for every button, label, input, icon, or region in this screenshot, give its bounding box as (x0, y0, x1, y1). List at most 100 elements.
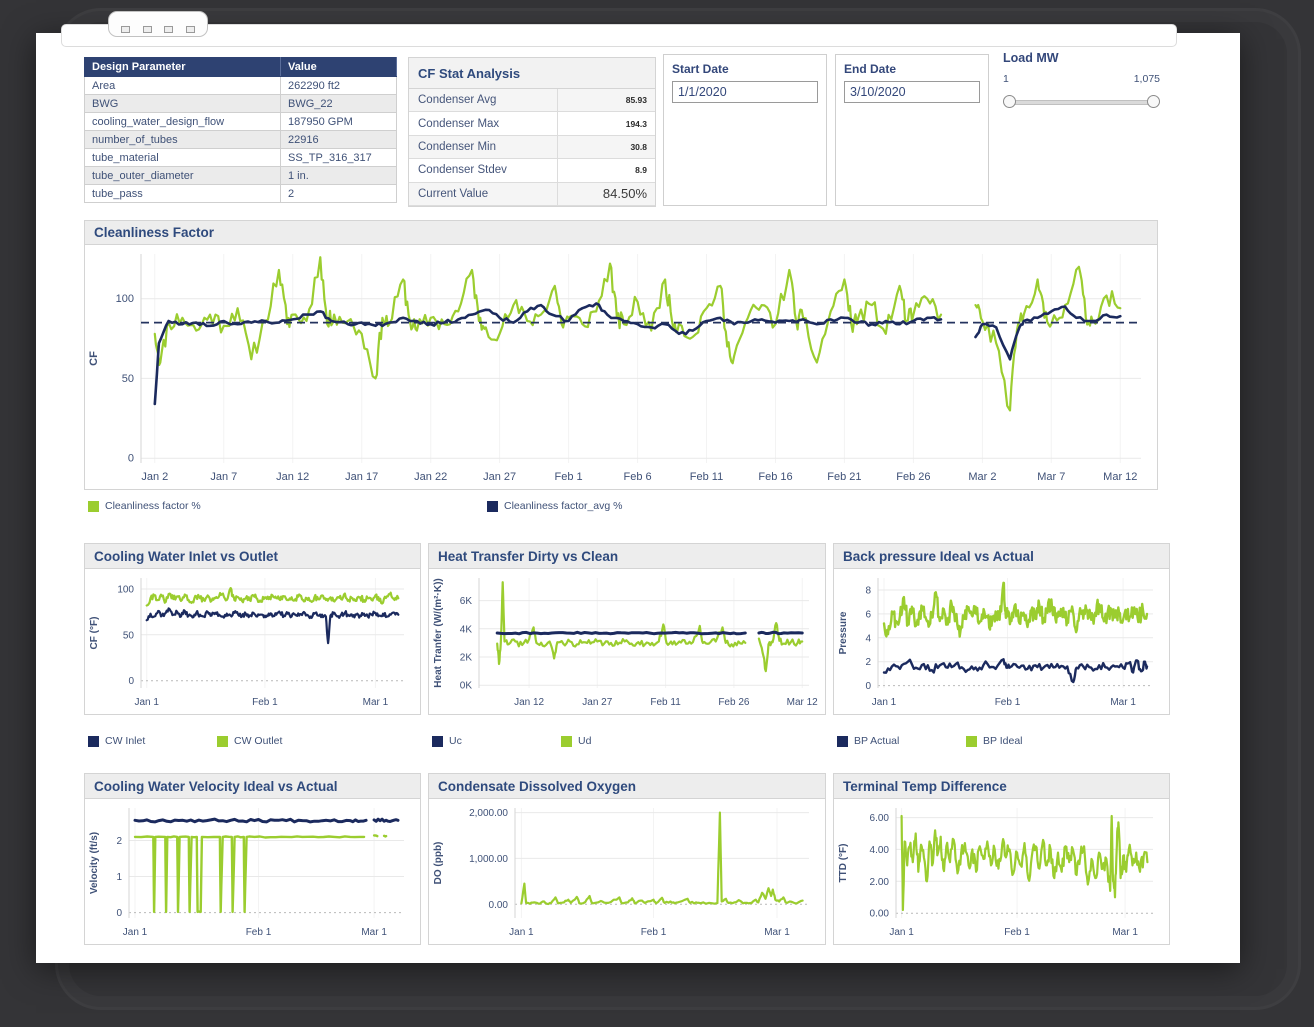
svg-text:Jan 1: Jan 1 (509, 927, 534, 938)
svg-text:CF (°F): CF (°F) (89, 617, 100, 650)
legend-label: BP Ideal (983, 735, 1023, 747)
chart-title: Back pressure Ideal vs Actual (834, 544, 1169, 569)
svg-text:100: 100 (116, 293, 134, 305)
toolbar-button-icon[interactable] (185, 26, 195, 33)
svg-text:4.00: 4.00 (870, 845, 890, 856)
legend-item[interactable]: Cleanliness factor % (88, 500, 201, 512)
legend-item[interactable]: Uc (432, 735, 462, 747)
legend-item[interactable]: Cleanliness factor_avg % (487, 500, 622, 512)
velocity-chart[interactable]: 0 1 2 Jan 1 Feb 1 Mar 1 Velocity (ft/s) (85, 799, 420, 944)
end-date-input[interactable] (844, 81, 980, 103)
svg-text:2: 2 (865, 657, 871, 668)
svg-text:8: 8 (865, 586, 871, 597)
svg-text:Feb 1: Feb 1 (252, 697, 278, 708)
svg-text:2: 2 (116, 836, 122, 847)
legend-item[interactable]: BP Actual (837, 735, 899, 747)
toolbar-button-icon[interactable] (142, 26, 152, 33)
legend-item[interactable]: CW Inlet (88, 735, 145, 747)
legend-swatch-icon (561, 735, 572, 747)
load-mw-max: 1,075 (1133, 73, 1160, 85)
end-date-card: End Date (835, 54, 989, 206)
svg-text:Jan 12: Jan 12 (276, 471, 309, 483)
table-row[interactable]: cooling_water_design_flow 187950 GPM (84, 112, 397, 131)
dissolved-oxygen-card: Condensate Dissolved Oxygen 0.00 1,000.00… (428, 773, 826, 945)
load-mw-label: Load MW (1003, 51, 1059, 65)
legend-item[interactable]: CW Outlet (217, 735, 282, 747)
svg-text:Mar 1: Mar 1 (1112, 927, 1138, 938)
legend-swatch-icon (88, 500, 99, 512)
legend-swatch-icon (837, 735, 848, 747)
back-pressure-chart[interactable]: 0 2 4 6 8 Jan 1 Feb 1 Mar 1 Pressure (834, 569, 1169, 714)
svg-text:Feb 1: Feb 1 (1004, 927, 1030, 938)
svg-text:2K: 2K (460, 653, 473, 664)
stat-row[interactable]: Condenser Stdev 8.9 (409, 159, 655, 183)
slider-handle-max[interactable] (1147, 95, 1160, 108)
svg-text:0K: 0K (460, 681, 473, 692)
load-mw-slider[interactable] (1003, 95, 1160, 109)
start-date-input[interactable] (672, 81, 818, 103)
chart-title: Heat Transfer Dirty vs Clean (429, 544, 825, 569)
chart-title: Terminal Temp Difference (834, 774, 1169, 799)
svg-text:6K: 6K (460, 596, 473, 607)
stat-row[interactable]: Condenser Avg 85.93 (409, 89, 655, 113)
column-header: Design Parameter (84, 57, 281, 77)
stat-row[interactable]: Condenser Min 30.8 (409, 135, 655, 160)
svg-text:1,000.00: 1,000.00 (469, 854, 508, 865)
cell: Area (84, 76, 281, 95)
legend-item[interactable]: Ud (561, 735, 591, 747)
legend-swatch-icon (88, 735, 99, 747)
stat-row[interactable]: Condenser Max 194.3 (409, 112, 655, 136)
svg-text:1: 1 (116, 872, 122, 883)
svg-text:Mar 7: Mar 7 (1037, 471, 1065, 483)
slider-handle-min[interactable] (1003, 95, 1016, 108)
toolbar-button-icon[interactable] (164, 26, 174, 33)
cooling-water-inlet-outlet-card: Cooling Water Inlet vs Outlet 0 50 100 Jan … (84, 543, 421, 715)
table-row[interactable]: Area 262290 ft2 (84, 76, 397, 95)
toolbar-button-icon[interactable] (121, 26, 131, 33)
svg-text:Jan 12: Jan 12 (514, 697, 544, 708)
cf-stat-title: CF Stat Analysis (409, 58, 655, 89)
table-row[interactable]: tube_material SS_TP_316_317 (84, 148, 397, 167)
heat-transfer-chart[interactable]: 0K 2K 4K 6K Jan 12 Jan 27 Feb 11 Feb 26 Mar 12 He… (429, 569, 825, 714)
cell: 1 in. (280, 166, 397, 185)
table-row[interactable]: tube_pass 2 (84, 184, 397, 203)
legend-swatch-icon (487, 500, 498, 512)
load-mw-min: 1 (1003, 73, 1009, 85)
chart-title: Condensate Dissolved Oxygen (429, 774, 825, 799)
cf-stat-card: CF Stat Analysis Condenser Avg 85.93 Conde… (408, 57, 656, 207)
dissolved-oxygen-chart[interactable]: 0.00 1,000.00 2,000.00 Jan 1 Feb 1 Mar 1 DO (p… (429, 799, 825, 944)
legend-item[interactable]: BP Ideal (966, 735, 1023, 747)
cell: tube_outer_diameter (84, 166, 281, 185)
svg-text:Feb 1: Feb 1 (995, 697, 1021, 708)
cell: SS_TP_316_317 (280, 148, 397, 167)
legend-label: Ud (578, 735, 592, 747)
svg-text:Jan 22: Jan 22 (414, 471, 447, 483)
table-row[interactable]: BWG BWG_22 (84, 94, 397, 113)
cooling-water-inlet-outlet-chart[interactable]: 0 50 100 Jan 1 Feb 1 Mar 1 CF (°F) (85, 569, 420, 714)
stat-label: Condenser Stdev (418, 164, 507, 177)
heat-transfer-legend: Uc Ud (428, 735, 826, 751)
stat-label: Condenser Min (418, 140, 496, 153)
collapsed-toolbar[interactable] (108, 11, 208, 37)
cleanliness-factor-chart[interactable]: 0 50 100 Jan 2 Jan 7 Jan 12 Jan 17 Jan 22 Jan 27… (85, 245, 1157, 489)
cleanliness-factor-card: Cleanliness Factor 0 50 100 Jan 2 Jan 7 Jan 1… (84, 220, 1158, 490)
svg-text:CF: CF (88, 351, 100, 366)
cell: tube_material (84, 148, 281, 167)
design-parameter-table-header: Design Parameter Value (84, 57, 397, 77)
svg-text:0: 0 (128, 453, 134, 465)
table-row[interactable]: tube_outer_diameter 1 in. (84, 166, 397, 185)
svg-text:50: 50 (122, 373, 134, 385)
stat-row[interactable]: Current Value 84.50% (409, 182, 655, 206)
svg-text:0: 0 (116, 908, 122, 919)
cell: 2 (280, 184, 397, 203)
svg-text:Jan 7: Jan 7 (210, 471, 237, 483)
svg-text:6: 6 (865, 609, 871, 620)
svg-text:Feb 11: Feb 11 (690, 471, 723, 483)
ttd-chart[interactable]: 0.00 2.00 4.00 6.00 Jan 1 Feb 1 Mar 1 TTD (°F) (834, 799, 1169, 944)
svg-text:Feb 1: Feb 1 (641, 927, 667, 938)
slider-track[interactable] (1007, 100, 1156, 105)
svg-text:Feb 1: Feb 1 (555, 471, 583, 483)
table-row[interactable]: number_of_tubes 22916 (84, 130, 397, 149)
cell: number_of_tubes (84, 130, 281, 149)
column-header: Value (280, 57, 397, 77)
